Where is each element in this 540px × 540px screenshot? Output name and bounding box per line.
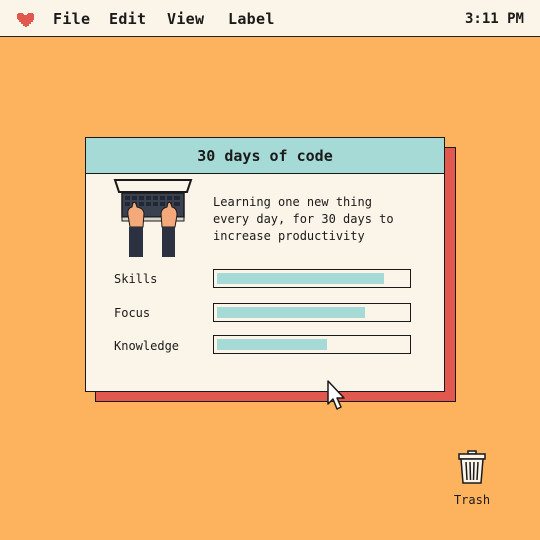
arrow-cursor-icon xyxy=(327,380,345,410)
window-titlebar[interactable]: 30 days of code xyxy=(86,138,444,174)
laptop-typing-icon xyxy=(113,179,193,257)
menu-edit[interactable]: Edit xyxy=(109,10,146,28)
stat-label-skills: Skills xyxy=(114,272,158,286)
menu-clock: 3:11 PM xyxy=(464,11,524,27)
stat-label-focus: Focus xyxy=(114,306,151,320)
progress-bar-focus xyxy=(213,303,411,322)
window-description: Learning one new thing every day, for 30… xyxy=(213,195,394,243)
window-title: 30 days of code xyxy=(197,146,333,165)
menu-file[interactable]: File xyxy=(53,10,90,28)
progress-fill-knowledge xyxy=(217,339,328,350)
trash-desktop-icon[interactable]: Trash xyxy=(450,450,494,507)
stat-label-knowledge: Knowledge xyxy=(114,339,180,353)
progress-fill-focus xyxy=(217,307,366,318)
app-window: 30 days of code Learning one new thing e… xyxy=(85,137,445,392)
menu-bar: File Edit View Label 3:11 PM xyxy=(0,0,540,37)
progress-bar-skills xyxy=(213,269,411,288)
heart-icon[interactable] xyxy=(16,12,35,28)
menu-view[interactable]: View xyxy=(167,10,204,28)
progress-fill-skills xyxy=(217,273,385,284)
trash-label: Trash xyxy=(453,493,491,507)
trash-icon[interactable] xyxy=(457,450,487,484)
menu-label[interactable]: Label xyxy=(228,10,275,28)
progress-bar-knowledge xyxy=(213,335,411,354)
